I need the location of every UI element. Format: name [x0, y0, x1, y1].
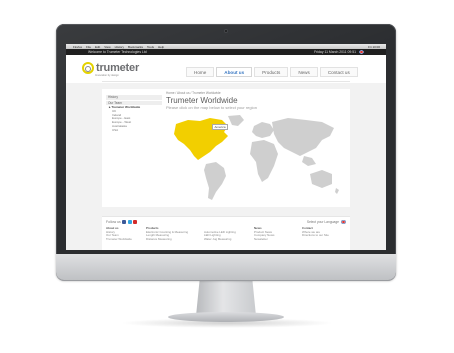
footer-link[interactable]: Newsletter [254, 237, 302, 242]
sidebar: History Our Team ▸ Trumeter Worldwide UK… [106, 95, 162, 205]
main-content: Trumeter Worldwide Please click on the m… [166, 96, 344, 204]
world-map[interactable] [166, 112, 344, 204]
footer-links: About us History Our Team Trumeter World… [106, 226, 346, 242]
product-photo: Firefox File Edit View History Bookmarks… [0, 0, 454, 353]
logo-wordmark: trumeter [96, 62, 140, 74]
nav-contact-us[interactable]: Contact us [319, 67, 358, 77]
footer-link[interactable]: Water Jug Measuring [204, 237, 254, 242]
uk-flag-icon[interactable] [359, 50, 364, 54]
map-region-africa[interactable] [250, 140, 278, 182]
footer-link[interactable]: Trumeter Worldwide [106, 237, 146, 242]
footer-link[interactable]: Directions to our Site [302, 234, 346, 238]
menubar-clock: Fri 10:00 [368, 44, 380, 49]
footer-link[interactable]: Distance Measuring [146, 237, 204, 242]
trumeter-logo[interactable]: trumeter [82, 62, 139, 74]
footer-column-contact: Contact Where we are Directions to our S… [302, 226, 346, 242]
footer-column-products-2: Automotive LED Lighting LED Lighting Wat… [204, 227, 254, 242]
language-select[interactable]: Select your Language [307, 220, 346, 224]
nav-home[interactable]: Home [186, 67, 215, 77]
nav-products[interactable]: Products [254, 67, 289, 77]
content-panel: Home / About us / Trumeter Worldwide His… [102, 89, 350, 207]
follow-us-label: Follow us [106, 220, 121, 224]
map-region-new-zealand[interactable] [335, 188, 339, 194]
language-label: Select your Language [306, 220, 339, 224]
logo-ring-icon [82, 62, 94, 74]
menubar-item[interactable]: Edit [95, 45, 100, 49]
twitter-icon[interactable] [127, 220, 132, 224]
screen: Firefox File Edit View History Bookmarks… [66, 44, 386, 250]
monitor-stand-base [168, 312, 284, 322]
nav-about-us[interactable]: About us [216, 67, 253, 77]
menubar-item[interactable]: Firefox [73, 45, 82, 49]
divider [102, 81, 350, 82]
menubar-item[interactable]: Tools [147, 45, 154, 49]
facebook-icon[interactable] [122, 220, 127, 224]
map-region-australasia[interactable] [310, 170, 332, 188]
monitor-chin [56, 254, 396, 280]
page-title: Trumeter Worldwide [166, 96, 238, 105]
menubar-item[interactable]: File [86, 45, 91, 49]
map-region-europe[interactable] [252, 122, 274, 138]
sidebar-subitem-usa[interactable]: USA [106, 128, 162, 133]
breadcrumb: Home / About us / Trumeter Worldwide [166, 91, 221, 95]
footer-column-news: News Product News Company News Newslette… [254, 226, 302, 242]
region-tooltip: America [212, 124, 229, 130]
page-subtitle: Please click on the map below to select … [166, 105, 257, 110]
menubar-item[interactable]: View [104, 45, 110, 49]
logo-tagline: Innovation by design [95, 74, 119, 77]
map-region-south-east-asia[interactable] [302, 156, 316, 166]
welcome-text: Welcome to Trumeter Technologies Ltd [88, 50, 147, 54]
monitor-stand-neck [196, 280, 256, 316]
date-text: Friday 11 March 2011 09:51 [314, 50, 356, 54]
map-region-south-america[interactable] [204, 162, 226, 200]
site-header: trumeter Innovation by design Home About… [66, 55, 386, 83]
map-region-asia[interactable] [272, 118, 334, 156]
nav-news[interactable]: News [290, 67, 318, 77]
follow-us: Follow us [106, 220, 138, 224]
footer-column-products: Products Electronic Counting & Measuring… [146, 226, 204, 242]
youtube-icon[interactable] [133, 220, 138, 224]
site-footer: Follow us Select your Language About us … [102, 216, 350, 250]
menubar-item[interactable]: History [115, 45, 124, 49]
uk-flag-icon[interactable] [341, 220, 346, 224]
menubar-item[interactable]: Bookmarks [128, 45, 143, 49]
footer-column-about: About us History Our Team Trumeter World… [106, 226, 146, 242]
main-nav: Home About us Products News Contact us [186, 67, 358, 77]
menubar-item[interactable]: Help [158, 45, 164, 49]
map-region-greenland[interactable] [228, 115, 244, 126]
